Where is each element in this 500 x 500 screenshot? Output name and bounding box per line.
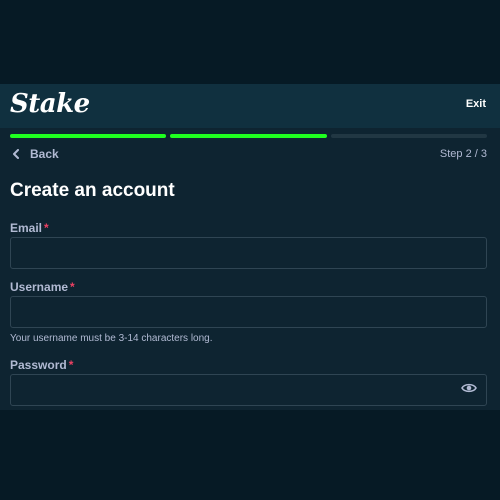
eye-icon[interactable] bbox=[461, 381, 477, 395]
password-label-text: Password bbox=[10, 358, 67, 372]
progress-segment-2 bbox=[170, 134, 327, 138]
progress-segment-3 bbox=[330, 134, 487, 138]
modal-header: Stake Exit bbox=[0, 84, 500, 128]
step-indicator: Step 2 / 3 bbox=[439, 148, 487, 160]
password-label: Password * bbox=[10, 358, 73, 372]
progress-segment-1 bbox=[10, 134, 167, 138]
email-field[interactable] bbox=[10, 237, 487, 269]
username-label: Username * bbox=[10, 280, 75, 294]
page-title: Create an account bbox=[10, 180, 175, 201]
username-hint: Your username must be 3-14 characters lo… bbox=[10, 333, 213, 344]
chevron-left-icon bbox=[13, 149, 19, 159]
signup-modal: Stake Exit Back Step 2 / 3 Create an acc… bbox=[0, 84, 500, 410]
required-marker: * bbox=[44, 221, 49, 235]
username-field[interactable] bbox=[10, 296, 487, 328]
back-button[interactable]: Back bbox=[12, 146, 59, 162]
username-label-text: Username bbox=[10, 280, 69, 294]
required-marker: * bbox=[68, 358, 74, 372]
back-label: Back bbox=[30, 147, 59, 161]
step-progress-bar bbox=[10, 134, 487, 138]
email-label-text: Email bbox=[10, 221, 43, 235]
stake-logo: Stake bbox=[10, 89, 90, 119]
exit-button[interactable]: Exit bbox=[466, 98, 486, 110]
password-field[interactable] bbox=[10, 374, 487, 406]
email-label: Email * bbox=[10, 221, 49, 235]
required-marker: * bbox=[70, 280, 75, 294]
